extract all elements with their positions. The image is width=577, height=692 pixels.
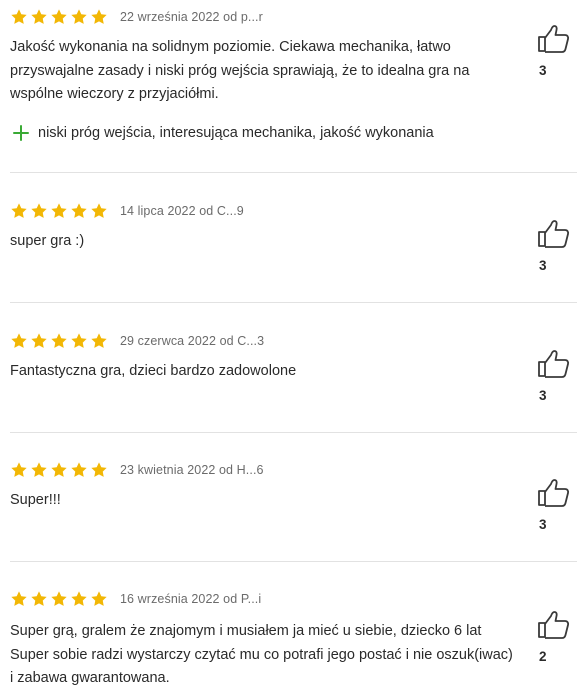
- thumbs-up-icon: [538, 479, 570, 507]
- star-rating: [10, 8, 108, 26]
- star-icon: [51, 203, 67, 218]
- star-icon: [11, 9, 27, 24]
- review-pros: niski próg wejścia, interesująca mechani…: [12, 124, 434, 142]
- star-icon: [11, 591, 27, 606]
- review-text: Super!!!: [10, 492, 61, 508]
- star-icon: [31, 333, 47, 348]
- review-header: 14 lipca 2022 od C...9: [10, 200, 244, 222]
- review-date-author: 23 kwietnia 2022 od H...6: [120, 463, 264, 477]
- thumbs-up-icon: [538, 25, 570, 53]
- review-header: 16 września 2022 od P...i: [10, 588, 261, 610]
- star-icon: [91, 203, 107, 218]
- review-date-author: 16 września 2022 od P...i: [120, 592, 262, 606]
- like-count: 2: [539, 649, 547, 664]
- review-header: 29 czerwca 2022 od C...3: [10, 330, 264, 352]
- like-button[interactable]: 3: [534, 24, 574, 78]
- star-icon: [71, 9, 87, 24]
- star-rating: [10, 332, 108, 350]
- like-count: 3: [539, 388, 547, 403]
- star-icon: [51, 591, 67, 606]
- review-item: 14 lipca 2022 od C...9 super gra :) 3: [0, 173, 577, 303]
- star-icon: [51, 333, 67, 348]
- star-rating: [10, 590, 108, 608]
- review-date-author: 29 czerwca 2022 od C...3: [120, 334, 265, 348]
- star-icon: [31, 203, 47, 218]
- like-button[interactable]: 2: [534, 610, 574, 664]
- star-icon: [91, 9, 107, 24]
- star-icon: [71, 203, 87, 218]
- review-item: 16 września 2022 od P...i Super grą, gra…: [0, 562, 577, 692]
- star-icon: [51, 462, 67, 477]
- star-rating: [10, 202, 108, 220]
- review-pros-text: niski próg wejścia, interesująca mechani…: [38, 125, 434, 141]
- review-text: Fantastyczna gra, dzieci bardzo zadowolo…: [10, 363, 297, 379]
- thumbs-up-icon: [538, 611, 570, 639]
- review-text: Jakość wykonania na solidnym poziomie. C…: [10, 39, 470, 102]
- review-item: 23 kwietnia 2022 od H...6 Super!!! 3: [0, 433, 577, 562]
- review-text: Super grą, gralem że znajomym i musiałem…: [10, 623, 513, 686]
- star-icon: [91, 591, 107, 606]
- like-button[interactable]: 3: [534, 478, 574, 532]
- review-text: super gra :): [10, 233, 85, 249]
- like-button[interactable]: 3: [534, 349, 574, 403]
- star-icon: [11, 462, 27, 477]
- review-header: 23 kwietnia 2022 od H...6: [10, 459, 264, 481]
- reviews-list: 22 września 2022 od p...r Jakość wykonan…: [0, 0, 577, 692]
- star-icon: [31, 462, 47, 477]
- review-date-author: 14 lipca 2022 od C...9: [120, 204, 244, 218]
- review-item: 22 września 2022 od p...r Jakość wykonan…: [0, 0, 577, 173]
- star-icon: [31, 9, 47, 24]
- star-icon: [91, 333, 107, 348]
- thumbs-up-icon: [538, 350, 570, 378]
- star-icon: [71, 591, 87, 606]
- like-count: 3: [539, 63, 547, 78]
- star-icon: [51, 9, 67, 24]
- review-header: 22 września 2022 od p...r: [10, 6, 263, 28]
- star-icon: [11, 203, 27, 218]
- star-icon: [31, 591, 47, 606]
- review-date-author: 22 września 2022 od p...r: [120, 10, 263, 24]
- star-rating: [10, 461, 108, 479]
- star-icon: [71, 462, 87, 477]
- thumbs-up-icon: [538, 220, 570, 248]
- like-button[interactable]: 3: [534, 219, 574, 273]
- star-icon: [91, 462, 107, 477]
- star-icon: [11, 333, 27, 348]
- like-count: 3: [539, 258, 547, 273]
- review-item: 29 czerwca 2022 od C...3 Fantastyczna gr…: [0, 303, 577, 433]
- plus-icon: [13, 125, 29, 141]
- star-icon: [71, 333, 87, 348]
- like-count: 3: [539, 517, 547, 532]
